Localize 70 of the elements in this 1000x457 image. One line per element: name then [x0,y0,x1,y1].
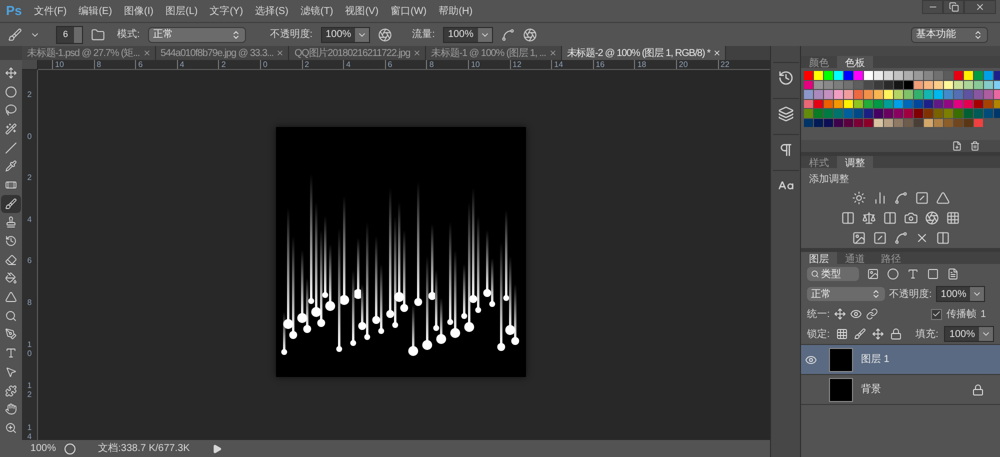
menu-item[interactable]: 文字(Y) [204,4,250,18]
document-tab[interactable]: 未标题-1 @ 100% (图层 1, ... [426,46,562,60]
menu-item[interactable]: 视图(V) [339,4,385,18]
ruler-number: 6 [384,60,426,69]
menu-item[interactable]: 滤镜(T) [294,4,340,18]
ruler-number: 8 [94,60,136,69]
document-tab[interactable]: 未标题-1.psd @ 27.7% (矩... [22,46,156,60]
opacity-label: 不透明度: [889,288,932,302]
brush-size-picker[interactable]: 6 [56,26,84,44]
ruler-number: 10 [468,60,510,69]
ruler-number: 8 [27,298,32,309]
ruler-number: 2 [218,60,260,69]
menu-item[interactable]: 图像(I) [118,4,160,18]
document-tab[interactable]: 544a010f8b79e.jpg @ 33.3... [156,46,290,60]
menu-item[interactable]: 编辑(E) [72,4,118,18]
ruler-number: 0 [260,60,302,69]
menu-item[interactable]: 图层(L) [159,4,204,18]
flow-label: 流量: [412,28,435,42]
frame-number: 1 [980,308,986,322]
menu-item[interactable]: 帮助(H) [432,4,479,18]
ruler-number: 20 [676,60,718,69]
ruler-number: 4 [343,60,385,69]
panel-tab[interactable]: 图层 [801,252,837,264]
ruler-number: 2 [302,60,344,69]
ruler-number: 0 [27,132,32,143]
mode-dropdown[interactable]: 正常 [148,26,246,42]
fill-field[interactable]: 100% [944,326,994,342]
propagate-label: 传播帧 [946,308,976,322]
ruler-number: 2 [27,90,32,101]
ruler-number: 22 [718,60,760,69]
workspace-dropdown[interactable]: 基本功能 [911,26,988,42]
panel-tab[interactable]: 色板 [837,56,873,68]
ruler-number: 10 [27,340,32,360]
ruler-number: 12 [27,381,32,402]
panel-tab[interactable]: 调整 [837,156,873,168]
ruler-number: 6 [27,256,32,268]
ruler-number: 2 [27,173,32,184]
document-info: 文档:338.7 K/677.3K [97,442,191,456]
document-tab[interactable]: QQ图片20180216211722.jpg [289,46,426,60]
layer-row[interactable]: 图层 1 [801,345,1000,375]
ruler-number: 10 [52,60,94,69]
zoom-level: 100% [29,442,56,456]
ruler-number: 6 [135,60,177,69]
ruler-number: 14 [551,60,593,69]
ruler-number: 4 [176,60,218,69]
layer-name: 背景 [861,382,881,397]
flow-field[interactable]: 100% [442,26,493,42]
ruler-number: 4 [27,214,32,226]
ruler-number: 12 [510,60,552,69]
layer-name: 图层 1 [861,353,890,367]
ruler-number: 8 [426,60,468,69]
ruler-number: 16 [592,60,634,69]
menu-item[interactable]: 选择(S) [249,4,294,18]
opacity-field[interactable]: 100% [320,26,370,42]
opacity-field[interactable]: 100% [936,286,986,302]
layer-row[interactable]: 背景 [801,375,1000,405]
document-tab[interactable]: 未标题-2 @ 100% (图层 1, RGB/8) * [562,46,726,60]
opacity-label: 不透明度: [270,28,313,42]
blend-mode-dropdown[interactable]: 正常 [807,287,885,301]
menu-item[interactable]: 窗口(W) [384,4,433,18]
ruler-number: 18 [634,60,676,69]
lock-label: 锁定: [807,328,830,342]
ruler-number: 14 [27,422,32,443]
app-logo: Ps [5,2,23,20]
fill-label: 填充: [916,328,938,342]
filter-dropdown[interactable]: 类型 [807,267,859,281]
panel-heading: 添加调整 [808,172,850,187]
mode-label: 模式: [117,28,140,42]
unify-label: 统一: [807,308,830,322]
menu-item[interactable]: 文件(F) [28,4,73,18]
